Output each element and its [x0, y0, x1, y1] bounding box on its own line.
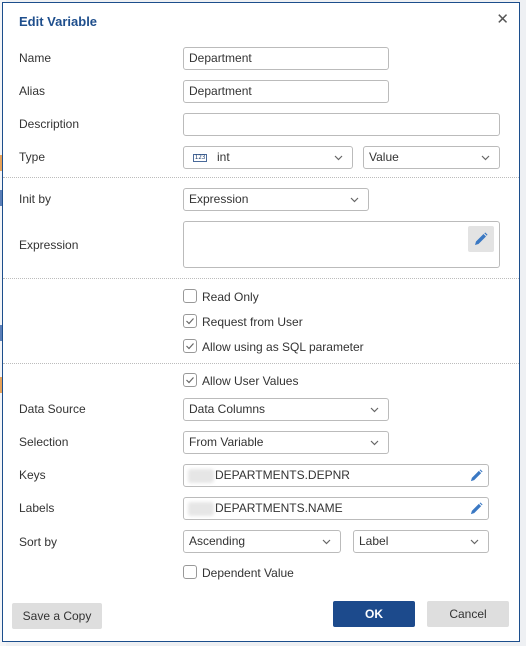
allow-user-values-label: Allow User Values — [202, 374, 299, 388]
sort-order-select[interactable]: Ascending — [183, 530, 341, 553]
checkmark-icon — [186, 343, 194, 350]
init-by-label: Init by — [19, 192, 52, 206]
section-divider — [3, 278, 519, 279]
alias-label: Alias — [19, 84, 46, 98]
labels-label: Labels — [19, 501, 55, 515]
edit-expression-button[interactable] — [468, 226, 494, 252]
init-by-value: Expression — [189, 192, 249, 206]
data-source-select[interactable]: Data Columns — [183, 398, 389, 421]
pencil-icon — [475, 232, 488, 245]
description-input[interactable] — [183, 113, 500, 136]
description-label: Description — [19, 117, 80, 131]
type-mode-select[interactable]: Value — [363, 146, 500, 169]
dependent-value-label: Dependent Value — [202, 566, 294, 580]
selection-label: Selection — [19, 435, 69, 449]
sort-field-value: Label — [359, 534, 389, 548]
labels-input[interactable]: DEPARTMENTS.NAME — [183, 497, 489, 520]
sort-field-select[interactable]: Label — [353, 530, 489, 553]
number-type-icon: 123 — [193, 154, 207, 162]
keys-label: Keys — [19, 468, 46, 482]
expression-input[interactable] — [183, 221, 500, 268]
cancel-button[interactable]: Cancel — [427, 601, 509, 627]
name-input[interactable]: Department — [183, 47, 389, 70]
selection-value: From Variable — [189, 435, 264, 449]
allow-sql-param-label: Allow using as SQL parameter — [202, 340, 364, 354]
data-source-value: Data Columns — [189, 402, 266, 416]
section-divider — [3, 363, 519, 364]
checkmark-icon — [186, 377, 194, 384]
close-icon[interactable]: ✕ — [496, 12, 509, 28]
data-source-label: Data Source — [19, 402, 86, 416]
keys-value: DEPARTMENTS.DEPNR — [215, 468, 350, 482]
pencil-icon[interactable] — [470, 469, 483, 482]
expression-label: Expression — [19, 238, 79, 252]
sort-order-value: Ascending — [189, 534, 246, 548]
chevron-down-icon — [370, 407, 379, 413]
pencil-icon[interactable] — [470, 502, 483, 515]
type-select[interactable]: 123 int — [183, 146, 353, 169]
sort-by-label: Sort by — [19, 535, 58, 549]
allow-user-values-checkbox[interactable] — [183, 373, 197, 387]
dependent-value-checkbox[interactable] — [183, 565, 197, 579]
alias-input[interactable]: Department — [183, 80, 389, 103]
datasource-chip — [188, 502, 214, 516]
keys-input[interactable]: DEPARTMENTS.DEPNR — [183, 464, 489, 487]
save-copy-button[interactable]: Save a Copy — [12, 603, 102, 629]
checkmark-icon — [186, 318, 194, 325]
init-by-select[interactable]: Expression — [183, 188, 369, 211]
edit-variable-dialog: Edit Variable ✕ Name Department Alias De… — [2, 2, 520, 642]
allow-sql-param-checkbox[interactable] — [183, 339, 197, 353]
chevron-down-icon — [322, 539, 331, 545]
name-label: Name — [19, 51, 52, 65]
datasource-chip — [188, 469, 214, 483]
type-label: Type — [19, 150, 46, 164]
dialog-title: Edit Variable — [19, 14, 98, 29]
chevron-down-icon — [334, 155, 343, 161]
chevron-down-icon — [350, 197, 359, 203]
chevron-down-icon — [481, 155, 490, 161]
chevron-down-icon — [470, 539, 479, 545]
labels-value: DEPARTMENTS.NAME — [215, 501, 343, 515]
type-mode-value: Value — [369, 150, 399, 164]
section-divider — [3, 177, 519, 178]
read-only-label: Read Only — [202, 290, 259, 304]
ok-button[interactable]: OK — [333, 601, 415, 627]
read-only-checkbox[interactable] — [183, 289, 197, 303]
chevron-down-icon — [370, 440, 379, 446]
selection-select[interactable]: From Variable — [183, 431, 389, 454]
request-from-user-checkbox[interactable] — [183, 314, 197, 328]
request-from-user-label: Request from User — [202, 315, 303, 329]
type-value: int — [217, 150, 230, 164]
